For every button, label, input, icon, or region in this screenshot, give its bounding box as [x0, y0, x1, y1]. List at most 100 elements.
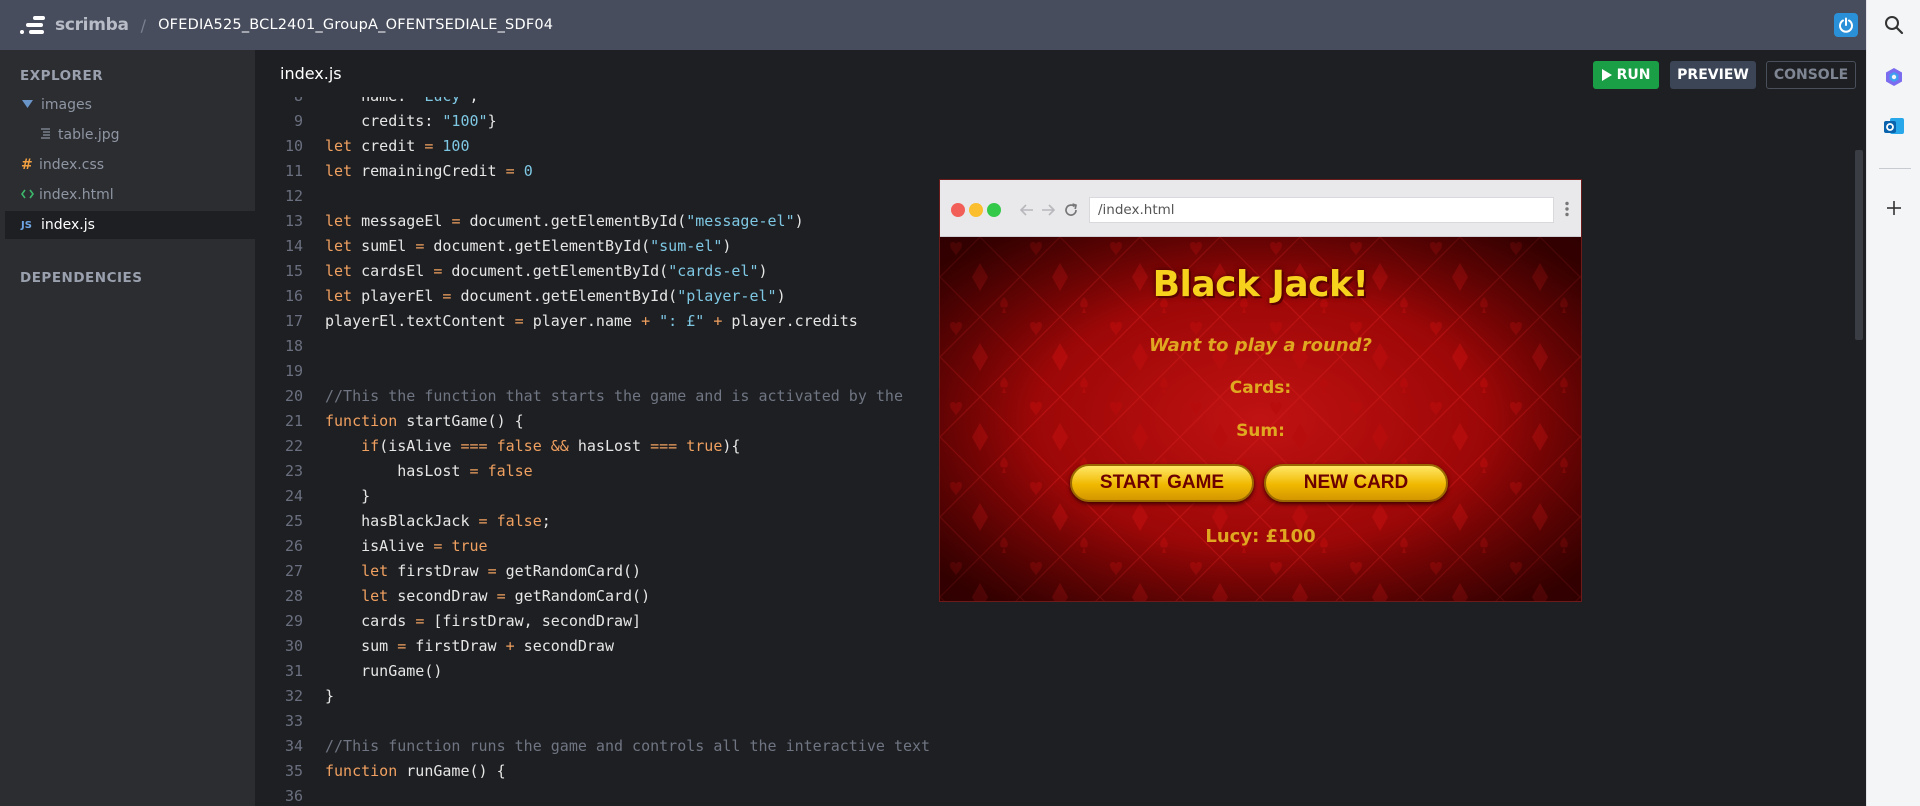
line-number: 16	[284, 287, 303, 305]
cards-label: Cards:	[1229, 378, 1292, 398]
sidebar-item-label: index.html	[39, 187, 114, 203]
editor-scrollbar[interactable]	[1855, 150, 1863, 340]
line-number: 8	[255, 97, 303, 109]
line-code: hasLost = false	[325, 462, 533, 480]
kebab-menu-icon[interactable]	[1564, 201, 1570, 217]
side-panel-divider	[1879, 168, 1911, 169]
forward-arrow-icon[interactable]	[1041, 203, 1055, 217]
line-number: 12	[284, 187, 303, 205]
line-number: 32	[284, 687, 303, 705]
sidebar-item-index-js[interactable]: JS index.js	[5, 211, 255, 239]
maximize-dot-icon[interactable]	[987, 203, 1001, 217]
line-number: 29	[284, 612, 303, 630]
run-button[interactable]: RUN	[1593, 61, 1659, 89]
copilot-icon[interactable]	[1882, 65, 1906, 89]
line-code: function runGame() {	[325, 762, 506, 780]
player-credits: Lucy: £100	[1205, 526, 1316, 547]
line-number: 20	[284, 387, 303, 405]
line-code: playerEl.textContent = player.name + ": …	[325, 312, 858, 330]
hash-icon: #	[21, 157, 33, 173]
line-number: 17	[284, 312, 303, 330]
line-code: cards = [firstDraw, secondDraw]	[325, 612, 642, 630]
file-explorer: EXPLORER images table.jpg # index.css in…	[5, 50, 255, 806]
line-number: 27	[284, 562, 303, 580]
line-code: runGame()	[325, 662, 443, 680]
line-number: 10	[284, 137, 303, 155]
start-game-button[interactable]: START GAME	[1070, 464, 1254, 502]
line-code: isAlive = true	[325, 537, 488, 555]
line-code: credits: "100"}	[325, 112, 497, 130]
console-button[interactable]: CONSOLE	[1766, 61, 1856, 89]
folder-open-triangle-icon	[22, 97, 34, 113]
new-card-button[interactable]: NEW CARD	[1264, 464, 1448, 502]
url-field[interactable]: /index.html	[1089, 197, 1554, 223]
scrimba-logo-icon	[20, 16, 45, 34]
breadcrumb-separator: /	[140, 15, 147, 35]
reload-icon[interactable]	[1063, 202, 1079, 218]
line-number: 11	[284, 162, 303, 180]
line-code: let sumEl = document.getElementById("sum…	[325, 237, 732, 255]
blackjack-game: Black Jack! Want to play a round? Cards:…	[940, 237, 1581, 601]
sidebar-item-index-html[interactable]: index.html	[5, 181, 255, 209]
outlook-icon[interactable]	[1882, 114, 1906, 138]
line-number: 31	[284, 662, 303, 680]
sidebar-item-label: index.css	[39, 157, 105, 173]
project-title[interactable]: OFEDIA525_BCL2401_GroupA_OFENTSEDIALE_SD…	[158, 17, 553, 33]
dependencies-heading[interactable]: DEPENDENCIES	[5, 270, 142, 286]
plus-icon[interactable]	[1882, 196, 1906, 220]
line-code: let secondDraw = getRandomCard()	[361, 587, 651, 605]
line-number: 35	[284, 762, 303, 780]
sidebar-item-images[interactable]: images	[5, 91, 255, 119]
line-code: function startGame() {	[325, 412, 524, 430]
preview-window: /index.html Black Jack! Want to play a r…	[940, 180, 1581, 601]
line-code: hasBlackJack = false;	[325, 512, 551, 530]
preview-button[interactable]: PREVIEW	[1670, 61, 1756, 89]
sidebar-item-index-css[interactable]: # index.css	[5, 151, 255, 179]
back-arrow-icon[interactable]	[1020, 203, 1034, 217]
line-number: 19	[284, 362, 303, 380]
line-code: }	[325, 687, 335, 705]
sidebar-item-label: images	[41, 97, 92, 113]
js-icon: JS	[21, 219, 32, 231]
close-dot-icon[interactable]	[951, 203, 965, 217]
line-number: 25	[284, 512, 303, 530]
line-number: 13	[284, 212, 303, 230]
line-number: 34	[284, 737, 303, 755]
line-code: }	[325, 487, 371, 505]
brand-name: scrimba	[55, 15, 129, 35]
editor-tab-title[interactable]: index.js	[280, 64, 342, 83]
line-number: 28	[284, 587, 303, 605]
power-icon[interactable]	[1834, 13, 1858, 37]
line-number: 24	[284, 487, 303, 505]
line-number: 14	[284, 237, 303, 255]
run-label: RUN	[1616, 67, 1651, 83]
line-number: 21	[284, 412, 303, 430]
line-number: 26	[284, 537, 303, 555]
line-code: let cardsEl = document.getElementById("c…	[325, 262, 768, 280]
game-subtitle: Want to play a round?	[1149, 335, 1372, 356]
line-number: 36	[284, 787, 303, 805]
minimize-dot-icon[interactable]	[969, 203, 983, 217]
sidebar-item-label: index.js	[41, 217, 95, 233]
scrimba-app: scrimba / OFEDIA525_BCL2401_GroupA_OFENT…	[0, 0, 1866, 806]
line-number: 23	[284, 462, 303, 480]
file-lines-icon	[41, 127, 53, 143]
sum-label: Sum:	[1236, 421, 1285, 441]
scrimba-logo[interactable]: scrimba	[20, 15, 129, 35]
mini-browser-bar: /index.html	[940, 180, 1581, 237]
line-number: 15	[284, 262, 303, 280]
browser-side-panel	[1866, 0, 1920, 806]
top-bar: scrimba / OFEDIA525_BCL2401_GroupA_OFENT…	[0, 0, 1866, 50]
play-icon	[1601, 69, 1612, 81]
line-code: name: "Lucy",	[325, 97, 478, 109]
line-number: 9	[293, 112, 303, 130]
line-number: 33	[284, 712, 303, 730]
line-number: 30	[284, 637, 303, 655]
search-icon[interactable]	[1882, 13, 1906, 37]
line-code: let remainingCredit = 0	[325, 162, 533, 180]
sidebar-item-table-jpg[interactable]: table.jpg	[5, 121, 255, 149]
line-code: let playerEl = document.getElementById("…	[325, 287, 786, 305]
line-code: if(isAlive === false && hasLost === true…	[361, 437, 741, 455]
line-code: //This the function that starts the game…	[325, 387, 903, 405]
line-number: 18	[284, 337, 303, 355]
